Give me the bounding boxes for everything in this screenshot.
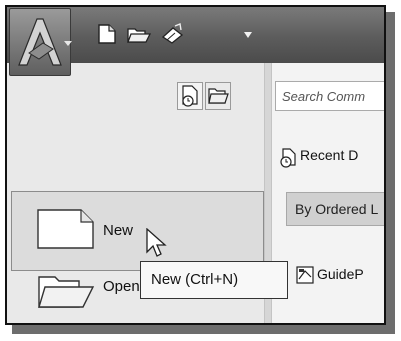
- tooltip: New (Ctrl+N): [140, 261, 288, 299]
- open-folder-icon: [38, 276, 95, 308]
- menu-item-new-label: New: [103, 222, 134, 239]
- open-folder-icon[interactable]: [127, 26, 152, 49]
- search-commands-input[interactable]: Search Comm: [275, 81, 384, 111]
- recent-documents-icon: [280, 148, 296, 168]
- recent-file-item[interactable]: GuideP: [317, 266, 364, 282]
- drawing-file-icon: [296, 266, 314, 284]
- app-logo-icon: [18, 18, 62, 66]
- save-icon[interactable]: [161, 23, 187, 50]
- open-documents-view-button[interactable]: [205, 82, 231, 110]
- application-menu-window: Search Comm Recent D By Ordered L GuideP…: [5, 5, 386, 325]
- menu-item-open-label[interactable]: Open: [103, 278, 140, 295]
- chevron-down-icon: [64, 41, 72, 46]
- ordered-list-dropdown[interactable]: By Ordered L: [286, 192, 384, 226]
- dropdown-arrow-icon[interactable]: [244, 32, 252, 38]
- window-shadow-right: [386, 12, 395, 334]
- application-button[interactable]: [9, 8, 72, 76]
- window-shadow-bottom: [12, 325, 395, 334]
- recent-documents-view-button[interactable]: [177, 82, 203, 110]
- new-file-icon[interactable]: [98, 24, 116, 49]
- mouse-cursor-icon: [146, 228, 167, 257]
- recent-documents-label: Recent D: [300, 147, 359, 163]
- new-file-icon: [37, 209, 94, 249]
- recent-documents-icon: [182, 85, 198, 107]
- open-folder-icon: [208, 88, 229, 104]
